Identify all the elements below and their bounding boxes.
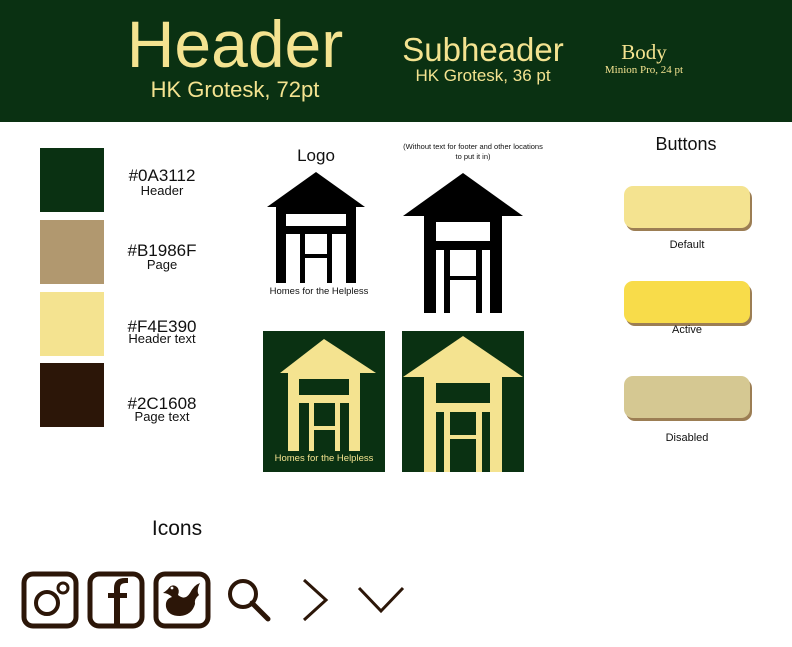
logo-section-title: Logo	[297, 146, 335, 165]
subheader-font-spec: HK Grotesk, 36 pt	[415, 66, 551, 85]
logo-caption-dark: Homes for the Helpless	[274, 453, 374, 464]
swatch-role: Page text	[134, 409, 190, 424]
swatch-header-text	[40, 292, 104, 356]
button-state-label: Disabled	[665, 432, 709, 444]
body-font-spec: Minion Pro, 24 pt	[604, 64, 684, 76]
swatch-header	[40, 148, 104, 212]
button-default-sample[interactable]	[624, 186, 750, 228]
button-disabled-sample	[624, 376, 750, 418]
logo-caption: Homes for the Helpless	[269, 286, 369, 297]
swatch-role: Page	[146, 257, 178, 272]
swatch-role: Header	[140, 183, 184, 198]
facebook-icon[interactable]	[87, 571, 145, 629]
button-state-label: Active	[672, 324, 702, 336]
chevron-right-icon[interactable]	[299, 577, 331, 623]
icons-section-title: Icons	[151, 517, 203, 540]
swatch-page-text	[40, 363, 104, 427]
chevron-down-icon[interactable]	[356, 584, 406, 616]
button-active-sample[interactable]	[624, 281, 750, 323]
swatch-page	[40, 220, 104, 284]
body-sample-title: Body	[621, 40, 667, 64]
typography-banner: Header HK Grotesk, 72pt Subheader HK Gro…	[0, 0, 792, 122]
house-logo-black-with-text	[266, 172, 366, 284]
logo-dark-bg-with-text	[263, 331, 385, 472]
header-sample-title: Header	[126, 7, 344, 81]
swatch-role: Header text	[128, 331, 196, 346]
logo-dark-bg	[402, 331, 524, 472]
bird-icon[interactable]	[153, 571, 211, 629]
buttons-section-title: Buttons	[655, 134, 717, 154]
logo-usage-note: (Without text for footer and other locat…	[403, 142, 543, 161]
subheader-sample-title: Subheader	[402, 31, 564, 68]
house-logo-black	[402, 173, 524, 313]
button-state-label: Default	[669, 239, 705, 251]
instagram-icon[interactable]	[21, 571, 79, 629]
search-icon[interactable]	[224, 575, 272, 623]
header-font-spec: HK Grotesk, 72pt	[150, 77, 320, 102]
